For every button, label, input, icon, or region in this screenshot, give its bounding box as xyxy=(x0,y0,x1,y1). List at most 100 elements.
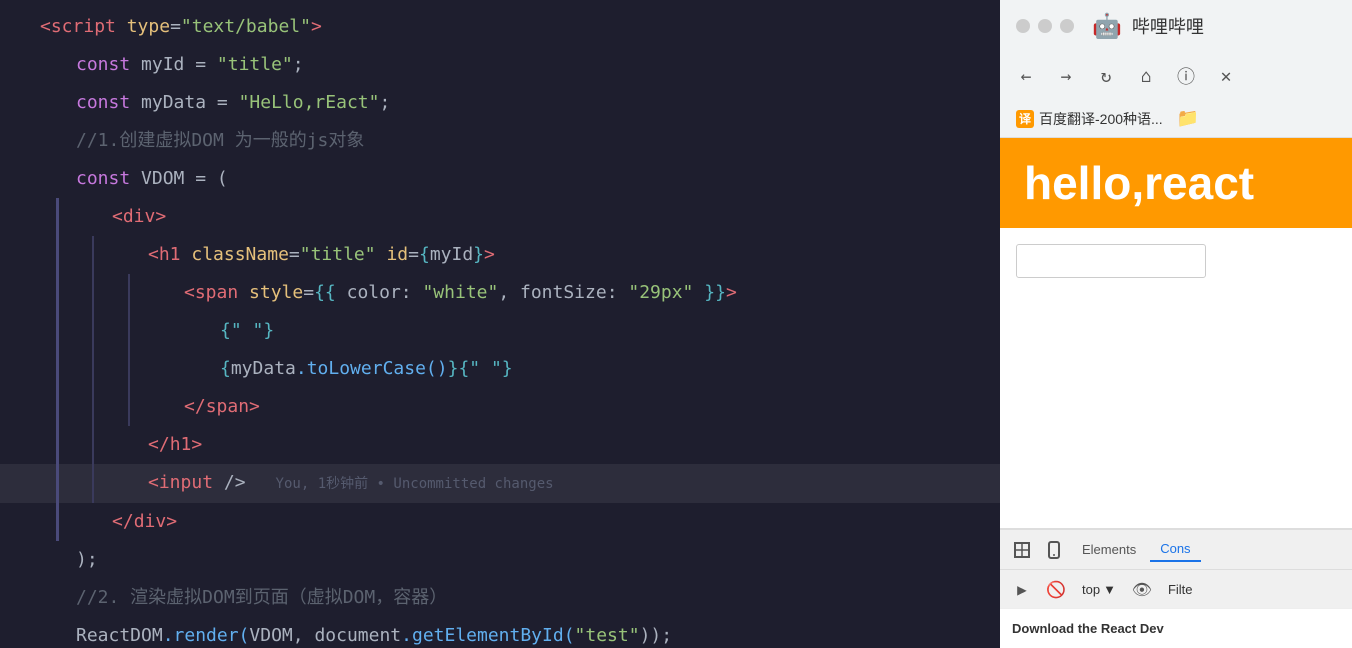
code-token: { xyxy=(419,236,430,274)
line-code: </span> xyxy=(40,388,984,426)
code-token: = xyxy=(217,84,228,122)
code-line: <div> xyxy=(0,198,1000,236)
code-token: , fontSize: xyxy=(498,274,628,312)
code-token xyxy=(206,46,217,84)
code-token: } xyxy=(448,350,459,388)
translate-bookmark[interactable]: 译 百度翻译-200种语... xyxy=(1010,107,1169,131)
hello-react-banner: hello,react xyxy=(1000,138,1352,228)
code-token: </ xyxy=(148,426,170,464)
code-token: id xyxy=(376,236,409,274)
code-token: const xyxy=(76,84,130,122)
code-token: input xyxy=(159,464,213,502)
tab-console[interactable]: Cons xyxy=(1150,537,1200,562)
window-dot-maximize[interactable] xyxy=(1060,19,1074,33)
code-line: const myId = "title"; xyxy=(0,46,1000,84)
code-token: myId xyxy=(430,236,473,274)
line-code: <script type="text/babel"> xyxy=(40,8,984,46)
code-token: > xyxy=(311,8,322,46)
code-token: "title" xyxy=(300,236,376,274)
code-token: myId xyxy=(130,46,195,84)
code-token: "title" xyxy=(217,46,293,84)
code-token: = xyxy=(289,236,300,274)
eye-button[interactable]: 👁 xyxy=(1128,575,1156,603)
translate-icon: 译 xyxy=(1016,110,1034,128)
code-token: < xyxy=(112,198,123,236)
code-token: div xyxy=(134,503,167,541)
code-token: VDOM xyxy=(249,617,292,648)
translate-label: 百度翻译-200种语... xyxy=(1039,109,1163,129)
code-line: ReactDOM.render(VDOM, document.getElemen… xyxy=(0,617,1000,648)
code-token: { xyxy=(220,350,231,388)
code-line: {myData.toLowerCase()}{" "} xyxy=(0,350,1000,388)
code-token: </ xyxy=(112,503,134,541)
code-line: const myData = "HeLlo,rEact"; xyxy=(0,84,1000,122)
code-token: /> xyxy=(213,464,246,502)
line-code: <div> xyxy=(40,198,984,236)
code-token: }} xyxy=(704,274,726,312)
code-token: //1.创建虚拟DOM 为一般的js对象 xyxy=(76,122,364,160)
cursor-icon xyxy=(1013,541,1031,559)
window-controls xyxy=(1016,19,1074,33)
code-token: VDOM xyxy=(130,160,195,198)
code-token: "test" xyxy=(575,617,640,648)
line-code: {myData.toLowerCase()}{" "} xyxy=(40,350,984,388)
device-emulation-button[interactable] xyxy=(1040,536,1068,564)
code-token: div xyxy=(123,198,156,236)
code-token: className xyxy=(181,236,289,274)
code-token: {" "} xyxy=(458,350,512,388)
code-token: const xyxy=(76,160,130,198)
window-dot-close[interactable] xyxy=(1016,19,1030,33)
line-code: const myData = "HeLlo,rEact"; xyxy=(40,84,984,122)
code-line: <script type="text/babel"> xyxy=(0,8,1000,46)
code-token: .toLowerCase() xyxy=(296,350,448,388)
close-button[interactable]: ✕ xyxy=(1212,62,1240,90)
code-token: < xyxy=(40,8,51,46)
top-dropdown[interactable]: top ▼ xyxy=(1076,580,1122,599)
code-line: <input /> You, 1秒钟前 • Uncommitted change… xyxy=(0,464,1000,503)
home-button[interactable]: ⌂ xyxy=(1132,62,1160,90)
code-token: .getElementById( xyxy=(401,617,574,648)
play-button[interactable]: ▶ xyxy=(1008,575,1036,603)
line-code: //1.创建虚拟DOM 为一般的js对象 xyxy=(40,122,984,160)
code-token: = xyxy=(408,236,419,274)
device-icon xyxy=(1045,541,1063,559)
line-code: ); xyxy=(40,541,984,579)
line-code: <span style={{ color: "white", fontSize:… xyxy=(40,274,984,312)
code-token: = xyxy=(170,8,181,46)
devtools-bottom-bar: ▶ 🚫 top ▼ 👁 Filte xyxy=(1000,570,1352,608)
line-code: </div> xyxy=(40,503,984,541)
info-button[interactable]: ⓘ xyxy=(1172,62,1200,90)
filter-label: Filte xyxy=(1168,582,1193,597)
window-dot-minimize[interactable] xyxy=(1038,19,1052,33)
line-code: <h1 className="title" id={myId}> xyxy=(40,236,984,274)
code-token: < xyxy=(184,274,195,312)
code-token: < xyxy=(148,236,159,274)
filter-dropdown[interactable]: Filte xyxy=(1162,580,1199,599)
code-token: } xyxy=(473,236,484,274)
code-token: > xyxy=(484,236,495,274)
code-editor: <script type="text/babel"> const myId = … xyxy=(0,0,1000,648)
code-line: </h1> xyxy=(0,426,1000,464)
code-token: h1 xyxy=(159,236,181,274)
line-code: ReactDOM.render(VDOM, document.getElemen… xyxy=(40,617,984,648)
code-token: ReactDOM xyxy=(76,617,163,648)
reload-button[interactable]: ↻ xyxy=(1092,62,1120,90)
code-token: "29px" xyxy=(628,274,693,312)
folder-icon[interactable]: 📁 xyxy=(1177,108,1199,129)
code-token: style xyxy=(238,274,303,312)
bookmark-bar: 译 百度翻译-200种语... 📁 xyxy=(1000,100,1352,138)
line-code: const myId = "title"; xyxy=(40,46,984,84)
inspect-element-button[interactable] xyxy=(1008,536,1036,564)
tab-elements[interactable]: Elements xyxy=(1072,538,1146,561)
code-line: ); xyxy=(0,541,1000,579)
forward-button[interactable]: → xyxy=(1052,62,1080,90)
download-text: Download the React Dev xyxy=(1012,621,1164,636)
git-annotation: You, 1秒钟前 • Uncommitted changes xyxy=(276,465,554,503)
code-line: <h1 className="title" id={myId}> xyxy=(0,236,1000,274)
browser-input-field[interactable] xyxy=(1016,244,1206,278)
devtools-panel: Elements Cons ▶ 🚫 top ▼ 👁 Filte Download… xyxy=(1000,528,1352,648)
block-button[interactable]: 🚫 xyxy=(1042,575,1070,603)
code-line: <span style={{ color: "white", fontSize:… xyxy=(0,274,1000,312)
back-button[interactable]: ← xyxy=(1012,62,1040,90)
dropdown-arrow-icon: ▼ xyxy=(1103,582,1116,597)
